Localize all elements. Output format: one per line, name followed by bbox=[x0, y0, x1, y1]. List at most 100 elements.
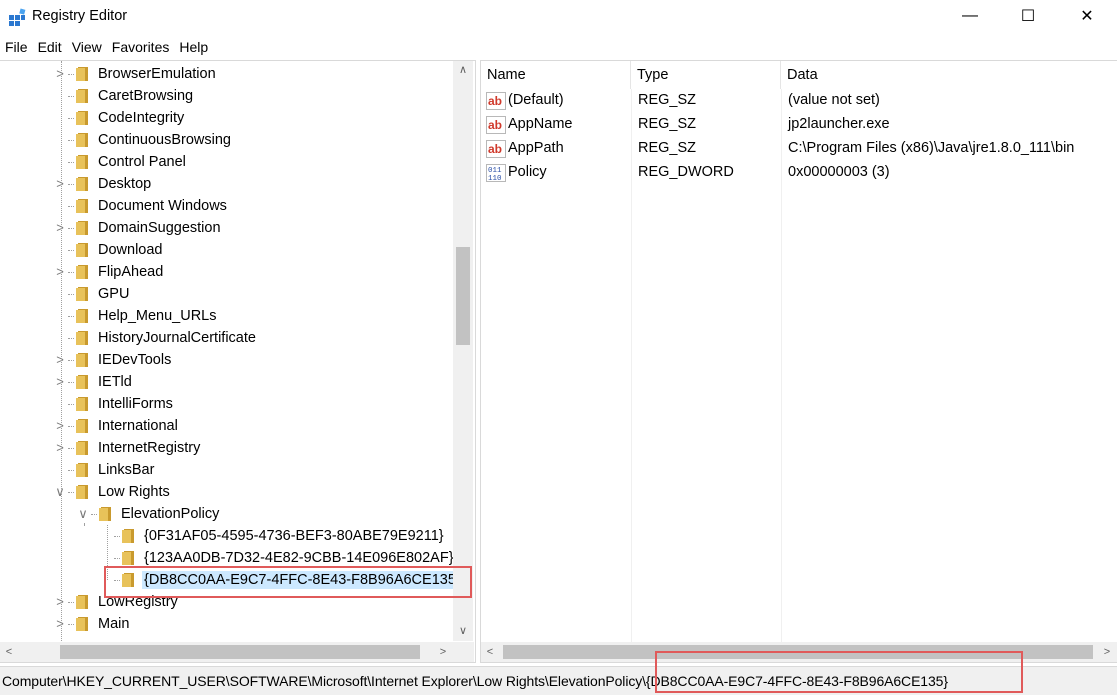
tree-item[interactable]: Control Panel bbox=[0, 151, 455, 173]
tree-item[interactable]: IntelliForms bbox=[0, 393, 455, 415]
tree-item[interactable]: ∨ ElevationPolicy bbox=[0, 503, 455, 525]
expand-chevron-icon[interactable]: > bbox=[53, 440, 67, 456]
minimize-button[interactable]: — bbox=[941, 0, 999, 32]
tree-connector bbox=[68, 426, 74, 427]
tree-connector bbox=[68, 470, 74, 471]
tree-connector bbox=[68, 184, 74, 185]
expand-chevron-icon[interactable]: > bbox=[53, 220, 67, 236]
tree-item-label: DomainSuggestion bbox=[98, 220, 221, 236]
string-value-icon: ab bbox=[486, 116, 506, 134]
scroll-left-icon[interactable]: < bbox=[481, 642, 499, 662]
scroll-right-icon[interactable]: > bbox=[434, 642, 452, 662]
tree-item[interactable]: Document Windows bbox=[0, 195, 455, 217]
tree-item[interactable]: > International bbox=[0, 415, 455, 437]
folder-icon bbox=[76, 133, 88, 147]
expand-chevron-icon[interactable]: > bbox=[53, 594, 67, 610]
menu-favorites[interactable]: Favorites bbox=[107, 36, 175, 58]
tree-item[interactable]: Help_Menu_URLs bbox=[0, 305, 455, 327]
scroll-down-icon[interactable]: ∨ bbox=[453, 622, 473, 640]
tree-guide-line bbox=[84, 523, 85, 525]
scroll-right-icon[interactable]: > bbox=[1098, 642, 1116, 662]
column-header-type[interactable]: Type bbox=[631, 61, 781, 89]
folder-icon bbox=[76, 177, 88, 191]
tree-item-label: LinksBar bbox=[98, 462, 155, 478]
tree-item[interactable]: > IETld bbox=[0, 371, 455, 393]
value-data: jp2launcher.exe bbox=[788, 116, 890, 132]
tree-item[interactable]: CodeIntegrity bbox=[0, 107, 455, 129]
values-list[interactable]: Name Type Data ab (Default) REG_SZ (value n… bbox=[480, 60, 1117, 663]
tree-item-label: HistoryJournalCertificate bbox=[98, 330, 256, 346]
tree-item[interactable]: ContinuousBrowsing bbox=[0, 129, 455, 151]
expand-chevron-icon[interactable]: > bbox=[53, 374, 67, 390]
tree-item-label: Low Rights bbox=[98, 484, 170, 500]
tree-item[interactable]: GPU bbox=[0, 283, 455, 305]
folder-icon bbox=[76, 485, 88, 499]
tree-item[interactable]: > DomainSuggestion bbox=[0, 217, 455, 239]
value-row[interactable]: ab AppName REG_SZ jp2launcher.exe bbox=[481, 113, 1117, 137]
expand-chevron-icon[interactable]: > bbox=[53, 352, 67, 368]
scroll-left-icon[interactable]: < bbox=[0, 642, 18, 662]
tree-connector bbox=[68, 228, 74, 229]
expand-chevron-icon[interactable]: > bbox=[53, 264, 67, 280]
tree-item[interactable]: > InternetRegistry bbox=[0, 437, 455, 459]
tree-item[interactable]: > FlipAhead bbox=[0, 261, 455, 283]
tree-connector bbox=[68, 162, 74, 163]
tree-connector bbox=[68, 206, 74, 207]
tree-connector bbox=[68, 338, 74, 339]
svg-text:110: 110 bbox=[488, 175, 502, 182]
dword-value-icon: 011110 bbox=[486, 164, 506, 182]
value-row[interactable]: 011 110 Policy REG_DWORD 0x00000003 (3) bbox=[481, 161, 1117, 185]
menu-edit[interactable]: Edit bbox=[33, 36, 67, 58]
menu-view[interactable]: View bbox=[67, 36, 107, 58]
title-bar: Registry Editor — ☐ ✕ bbox=[0, 0, 1117, 34]
column-header-data[interactable]: Data bbox=[781, 61, 1117, 89]
expand-chevron-icon[interactable]: > bbox=[53, 66, 67, 82]
expand-chevron-icon[interactable]: > bbox=[53, 616, 67, 632]
menu-file[interactable]: File bbox=[0, 36, 33, 58]
folder-icon bbox=[76, 375, 88, 389]
tree-horizontal-scrollbar[interactable]: < > bbox=[0, 642, 474, 662]
tree-item[interactable]: HistoryJournalCertificate bbox=[0, 327, 455, 349]
tree-item[interactable]: > BrowserEmulation bbox=[0, 63, 455, 85]
folder-icon bbox=[76, 67, 88, 81]
tree-scroll-thumb[interactable] bbox=[456, 247, 470, 345]
tree-vertical-scrollbar[interactable]: ∧ ∨ bbox=[453, 61, 473, 641]
value-name: Policy bbox=[508, 164, 547, 180]
tree-hscroll-thumb[interactable] bbox=[60, 645, 420, 659]
tree-item[interactable]: ∨ Low Rights bbox=[0, 481, 455, 503]
expand-chevron-icon[interactable]: > bbox=[53, 176, 67, 192]
maximize-button[interactable]: ☐ bbox=[999, 0, 1057, 32]
window-title: Registry Editor bbox=[32, 8, 128, 24]
value-type: REG_SZ bbox=[638, 92, 697, 108]
tree-item-label: GPU bbox=[98, 286, 130, 302]
tree-item[interactable]: > Desktop bbox=[0, 173, 455, 195]
folder-icon bbox=[76, 111, 88, 125]
scroll-up-icon[interactable]: ∧ bbox=[453, 61, 473, 79]
tree-connector bbox=[91, 514, 97, 515]
value-row[interactable]: ab (Default) REG_SZ (value not set) bbox=[481, 89, 1117, 113]
tree-item-label: ContinuousBrowsing bbox=[98, 132, 231, 148]
value-type: REG_SZ bbox=[638, 116, 697, 132]
tree-item-label: Desktop bbox=[98, 176, 152, 192]
folder-icon bbox=[76, 309, 88, 323]
column-header-name[interactable]: Name bbox=[481, 61, 631, 89]
value-row[interactable]: ab AppPath REG_SZ C:\Program Files (x86)\Ja… bbox=[481, 137, 1117, 161]
tree-item[interactable]: {0F31AF05-4595-4736-BEF3-80ABE79E9211} bbox=[0, 525, 455, 547]
tree-item-label: CaretBrowsing bbox=[98, 88, 194, 104]
tree-item[interactable]: LinksBar bbox=[0, 459, 455, 481]
collapse-chevron-icon[interactable]: ∨ bbox=[53, 484, 67, 500]
collapse-chevron-icon[interactable]: ∨ bbox=[76, 506, 90, 522]
tree-item[interactable]: Download bbox=[0, 239, 455, 261]
folder-icon bbox=[99, 507, 111, 521]
value-name: (Default) bbox=[508, 92, 564, 108]
menu-help[interactable]: Help bbox=[174, 36, 213, 58]
folder-icon bbox=[76, 221, 88, 235]
expand-chevron-icon[interactable]: > bbox=[53, 418, 67, 434]
close-button[interactable]: ✕ bbox=[1058, 0, 1116, 32]
tree-item[interactable]: CaretBrowsing bbox=[0, 85, 455, 107]
tree-connector bbox=[68, 272, 74, 273]
tree-item[interactable]: > IEDevTools bbox=[0, 349, 455, 371]
tree-item-label: CodeIntegrity bbox=[98, 110, 185, 126]
folder-icon bbox=[76, 419, 88, 433]
tree-item[interactable]: > Main bbox=[0, 613, 455, 635]
